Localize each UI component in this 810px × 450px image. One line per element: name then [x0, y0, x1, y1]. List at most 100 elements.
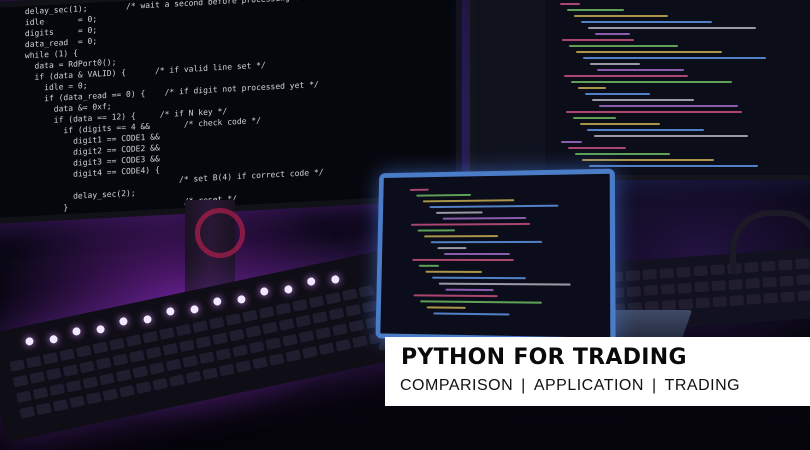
keyboard-key — [59, 348, 76, 362]
keyboard-key — [16, 390, 32, 404]
caption-subtitle-part: COMPARISON — [400, 377, 514, 394]
caption-subtitle-part: TRADING — [664, 377, 741, 394]
code-row — [569, 45, 678, 47]
headphones — [730, 210, 810, 276]
keyboard-key — [358, 284, 375, 298]
code-row — [567, 9, 624, 11]
keyboard-key — [712, 296, 728, 308]
code-row — [411, 222, 531, 226]
keyboard-key — [779, 275, 794, 287]
keyboard-key — [129, 350, 145, 363]
keyboard-key — [285, 349, 302, 363]
code-row — [575, 153, 670, 155]
keyboard-key — [298, 330, 315, 344]
code-row — [417, 229, 456, 232]
laptop-screen — [375, 168, 616, 344]
keyboard-key — [660, 283, 676, 295]
keyboard-key — [302, 345, 318, 359]
code-row — [578, 87, 606, 89]
caption-box: PYTHON FOR TRADING COMPARISON | APPLICATIO… — [385, 337, 810, 406]
keyboard-key — [252, 356, 268, 370]
keyboard-led — [306, 276, 316, 287]
code-row — [599, 105, 738, 107]
keyboard-key — [149, 362, 165, 375]
code-row — [568, 147, 626, 149]
code-row — [409, 188, 429, 191]
keyboard-key — [275, 302, 292, 316]
code-row — [583, 57, 766, 59]
keyboard-key — [348, 319, 365, 333]
keyboard-led — [24, 336, 35, 347]
keyboard-key — [165, 358, 182, 372]
keyboard-led — [259, 286, 270, 297]
keyboard-key — [258, 306, 275, 319]
keyboard-key — [245, 325, 262, 338]
code-row — [432, 276, 526, 280]
keyboard-key — [12, 374, 29, 388]
caption-separator: | — [521, 377, 526, 394]
keyboard-key — [125, 334, 142, 348]
caption-subtitle: COMPARISON | APPLICATION | TRADING — [400, 377, 740, 395]
keyboard-key — [693, 265, 708, 277]
code-row — [425, 270, 482, 273]
keyboard-key — [208, 316, 225, 330]
code-row — [433, 312, 510, 316]
keyboard-key — [212, 332, 229, 346]
code-row — [562, 39, 634, 41]
code-row — [573, 117, 616, 119]
keyboard-key — [112, 353, 129, 367]
keyboard-key — [9, 359, 26, 372]
keyboard-key — [162, 342, 179, 356]
keyboard-key — [659, 267, 675, 279]
keyboard-key — [746, 293, 762, 305]
code-row — [571, 81, 732, 83]
code-row — [587, 129, 704, 131]
keyboard-key — [169, 374, 185, 387]
keyboard-key — [62, 364, 79, 377]
keyboard-key — [19, 406, 36, 419]
keyboard-key — [178, 339, 195, 353]
keyboard-key — [109, 337, 125, 351]
keyboard-key — [45, 367, 62, 381]
keyboard-key — [225, 313, 242, 326]
keyboard-key — [325, 291, 342, 305]
code-row — [429, 204, 559, 209]
keyboard-key — [145, 346, 162, 360]
keyboard-key — [235, 360, 252, 373]
keyboard-key — [95, 357, 112, 370]
keyboard-led — [71, 326, 82, 337]
keyboard-key — [328, 307, 345, 321]
keyboard-led — [142, 314, 153, 325]
keyboard-key — [82, 376, 99, 389]
keyboard-key — [232, 344, 248, 358]
code-row — [420, 300, 542, 304]
caption-title: PYTHON FOR TRADING — [401, 345, 687, 370]
keyboard-key — [694, 281, 710, 293]
keyboard-key — [351, 335, 368, 349]
laptop-code — [384, 174, 610, 316]
keyboard-key — [711, 280, 727, 292]
editor-sidebar — [475, 0, 545, 175]
code-row — [438, 282, 571, 286]
keyboard-key — [152, 377, 169, 391]
keyboard-key — [678, 298, 694, 310]
keyboard-key — [331, 323, 348, 336]
keyboard-key — [175, 323, 192, 337]
code-row — [412, 258, 514, 262]
keyboard-key — [35, 402, 52, 416]
code-row — [576, 51, 722, 53]
keyboard-key — [763, 292, 779, 304]
keyboard-key — [710, 264, 725, 276]
keyboard-key — [92, 341, 109, 355]
caption-subtitle-part: APPLICATION — [533, 377, 644, 394]
code-row — [444, 252, 510, 255]
keyboard-key — [265, 337, 282, 351]
keyboard-key — [729, 295, 745, 306]
keyboard-key — [195, 335, 212, 349]
keyboard-key — [185, 370, 202, 384]
code-row — [413, 294, 498, 298]
keyboard-key — [762, 276, 777, 288]
keyboard-led — [118, 316, 129, 327]
code-row — [422, 199, 515, 203]
code-row — [582, 159, 714, 161]
